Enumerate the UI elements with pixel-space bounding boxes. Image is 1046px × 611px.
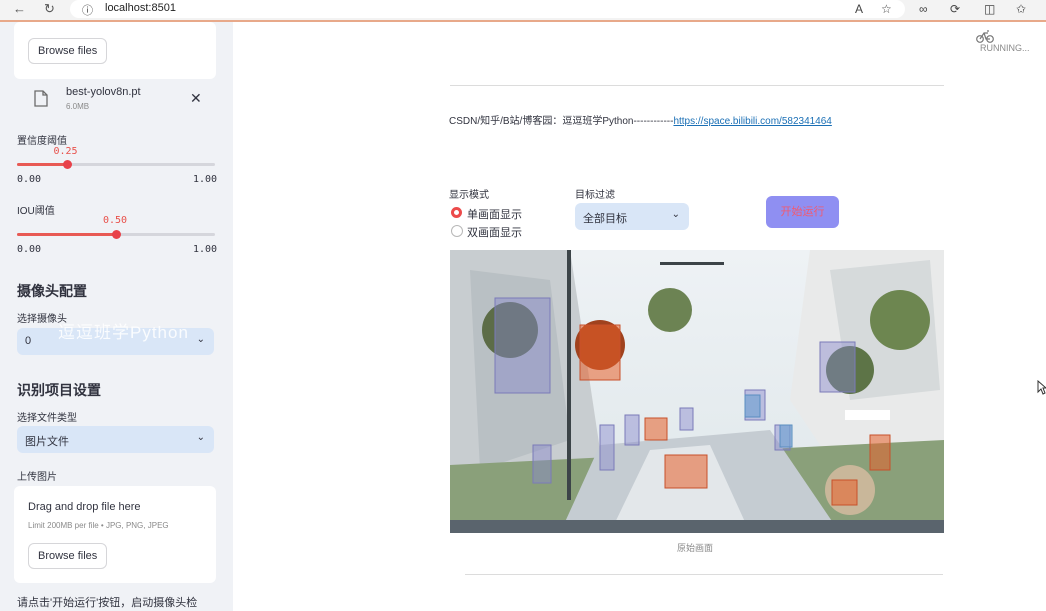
url-text[interactable]: localhost:8501 bbox=[105, 2, 176, 14]
credit-line: CSDN/知乎/B站/博客园：逗逗班学Python------------htt… bbox=[449, 112, 832, 127]
bicycle-icon bbox=[976, 30, 994, 43]
sidebar: Browse files best-yolov8n.pt 6.0MB ✕ 置信度… bbox=[0, 22, 233, 611]
close-icon[interactable]: ✕ bbox=[190, 90, 202, 107]
file-type-label: 选择文件类型 bbox=[17, 413, 77, 424]
confidence-value: 0.25 bbox=[53, 146, 78, 157]
address-bar[interactable] bbox=[70, 0, 905, 18]
running-text: RUNNING... bbox=[980, 43, 1030, 53]
iou-slider-thumb[interactable] bbox=[112, 230, 121, 239]
start-hint-text: 请点击'开始运行'按钮，启动摄像头检 bbox=[17, 597, 198, 609]
copilot-icon[interactable]: ⟳ bbox=[950, 2, 960, 16]
iou-slider[interactable] bbox=[17, 230, 215, 239]
radio-dual-view[interactable] bbox=[451, 225, 463, 237]
iou-max: 1.00 bbox=[193, 244, 218, 255]
mouse-cursor-icon bbox=[1037, 380, 1046, 395]
favorite-star-icon[interactable]: ☆ bbox=[881, 2, 892, 16]
running-indicator: RUNNING... bbox=[976, 30, 1046, 53]
target-filter-select[interactable]: 全部目标 ⌄ bbox=[575, 203, 689, 230]
divider bbox=[465, 574, 943, 575]
radio-dual-view-label[interactable]: 双画面显示 bbox=[467, 224, 522, 240]
radio-single-view[interactable] bbox=[451, 207, 462, 218]
info-icon[interactable]: ⓘ bbox=[82, 2, 93, 18]
watermark-text: 逗逗班学Python bbox=[58, 323, 189, 342]
confidence-max: 1.00 bbox=[193, 174, 218, 185]
file-icon bbox=[34, 90, 48, 107]
chevron-down-icon: ⌄ bbox=[196, 334, 205, 345]
radio-single-view-label[interactable]: 单画面显示 bbox=[467, 206, 522, 222]
iou-slider-fill bbox=[17, 233, 116, 236]
model-uploader: Browse files bbox=[14, 22, 216, 79]
confidence-slider[interactable] bbox=[17, 160, 215, 169]
uploaded-file-name: best-yolov8n.pt bbox=[66, 86, 141, 98]
bilibili-link[interactable]: https://space.bilibili.com/582341464 bbox=[673, 116, 831, 127]
target-filter-label: 目标过滤 bbox=[575, 190, 615, 201]
display-mode-label: 显示模式 bbox=[449, 190, 489, 201]
credit-text: CSDN/知乎/B站/博客园：逗逗班学Python------------ bbox=[449, 116, 674, 127]
camera-select-value: 0 bbox=[25, 335, 32, 347]
file-type-select[interactable]: 图片文件 ⌄ bbox=[17, 426, 214, 453]
start-button[interactable]: 开始运行 bbox=[766, 196, 839, 228]
iou-value: 0.50 bbox=[103, 215, 128, 226]
uploaded-file-size: 6.0MB bbox=[66, 102, 90, 111]
image-caption: 原始画面 bbox=[677, 543, 714, 553]
divider bbox=[450, 85, 944, 86]
dropzone-subtitle: Limit 200MB per file • JPG, PNG, JPEG bbox=[28, 521, 169, 530]
detection-image bbox=[450, 250, 944, 533]
chevron-down-icon: ⌄ bbox=[196, 432, 205, 443]
file-type-select-value: 图片文件 bbox=[25, 436, 69, 448]
split-screen-icon[interactable]: ◫ bbox=[984, 2, 995, 16]
project-settings-header: 识别项目设置 bbox=[17, 382, 101, 398]
extensions-icon[interactable]: ∞ bbox=[919, 2, 928, 16]
confidence-min: 0.00 bbox=[17, 174, 42, 185]
confidence-label: 置信度阈值 bbox=[17, 136, 67, 147]
image-dropzone[interactable]: Drag and drop file here Limit 200MB per … bbox=[14, 486, 216, 583]
upload-image-label: 上传图片 bbox=[17, 472, 57, 483]
iou-label: IOU阈值 bbox=[17, 206, 55, 217]
back-arrow-icon[interactable]: ← bbox=[13, 1, 26, 16]
chevron-down-icon: ⌄ bbox=[671, 209, 680, 220]
confidence-slider-thumb[interactable] bbox=[62, 160, 72, 169]
camera-config-header: 摄像头配置 bbox=[17, 283, 87, 299]
browse-files-button[interactable]: Browse files bbox=[28, 38, 108, 64]
browser-toolbar: ← ↻ ⓘ localhost:8501 A ☆ ∞ ⟳ ◫ ✩ bbox=[0, 0, 1046, 22]
favorites-icon[interactable]: ✩ bbox=[1016, 2, 1026, 16]
reload-icon[interactable]: ↻ bbox=[44, 1, 55, 17]
read-aloud-icon[interactable]: A bbox=[855, 2, 863, 16]
dropzone-title: Drag and drop file here bbox=[28, 501, 141, 513]
browse-files-button[interactable]: Browse files bbox=[28, 543, 108, 569]
target-filter-value: 全部目标 bbox=[583, 213, 627, 225]
confidence-slider-fill bbox=[17, 163, 67, 166]
iou-min: 0.00 bbox=[17, 244, 42, 255]
